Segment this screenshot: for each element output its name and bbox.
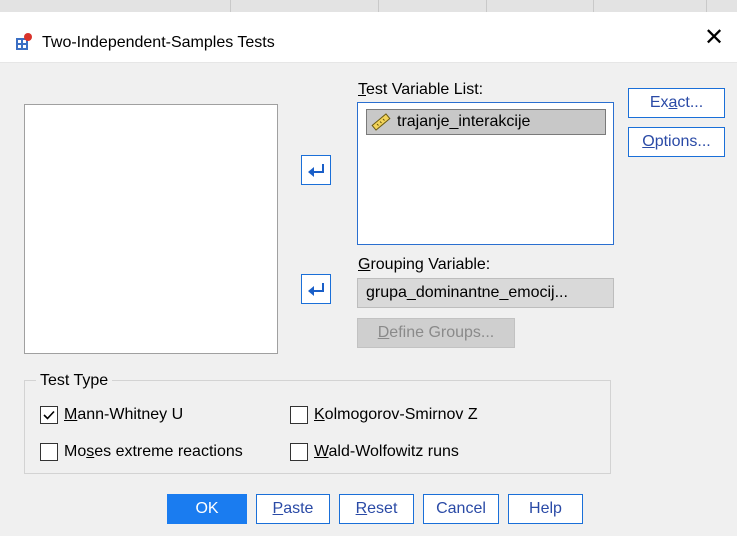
define-groups-button[interactable]: Define Groups... — [357, 318, 515, 348]
strip-divider — [378, 0, 379, 12]
source-variable-list[interactable] — [24, 104, 278, 354]
grouping-variable-label: Grouping Variable: — [358, 256, 491, 273]
move-to-test-list-button[interactable] — [301, 155, 331, 185]
checkbox-label: Mann-Whitney U — [64, 406, 184, 423]
checkbox-label: Kolmogorov-Smirnov Z — [314, 406, 478, 423]
variable-name: trajanje_interakcije — [397, 113, 531, 130]
test-variable-listbox[interactable]: trajanje_interakcije — [357, 102, 614, 245]
checkbox-box — [290, 443, 308, 461]
ok-button[interactable]: OK — [167, 494, 247, 524]
test-type-legend: Test Type — [36, 372, 113, 390]
grouping-variable-field[interactable]: grupa_dominantne_emocij... — [357, 278, 614, 308]
window-title: Two-Independent-Samples Tests — [42, 34, 275, 51]
list-item[interactable]: trajanje_interakcije — [366, 109, 606, 135]
checkbox-box — [40, 443, 58, 461]
checkbox-box — [40, 406, 58, 424]
moses-extreme-reactions-checkbox[interactable]: Moses extreme reactions — [40, 443, 243, 461]
exact-button[interactable]: Ex a ct... — [628, 88, 725, 118]
cancel-button[interactable]: Cancel — [423, 494, 499, 524]
checkbox-label: Moses extreme reactions — [64, 443, 243, 460]
checkmark-icon — [43, 410, 55, 420]
arrow-left-icon — [308, 164, 324, 177]
strip-divider — [486, 0, 487, 12]
strip-divider — [230, 0, 231, 12]
title-bar: Two-Independent-Samples Tests ✕ — [0, 12, 737, 63]
options-button[interactable]: Options... — [628, 127, 725, 157]
help-button[interactable]: Help — [508, 494, 583, 524]
ruler-icon — [371, 113, 391, 131]
move-to-grouping-button[interactable] — [301, 274, 331, 304]
strip-divider — [593, 0, 594, 12]
wald-wolfowitz-checkbox[interactable]: Wald-Wolfowitz runs — [290, 443, 459, 461]
close-icon: ✕ — [703, 23, 725, 51]
reset-button[interactable]: Reset — [339, 494, 414, 524]
paste-button[interactable]: Paste — [256, 494, 330, 524]
spss-app-icon — [16, 33, 32, 50]
checkbox-box — [290, 406, 308, 424]
test-variable-list-label: Test Variable List: — [358, 81, 484, 98]
checkbox-label: Wald-Wolfowitz runs — [314, 443, 459, 460]
strip-divider — [706, 0, 707, 12]
arrow-left-icon — [308, 283, 324, 296]
kolmogorov-smirnov-checkbox[interactable]: Kolmogorov-Smirnov Z — [290, 406, 478, 424]
mann-whitney-checkbox[interactable]: Mann-Whitney U — [40, 406, 183, 424]
close-button[interactable]: ✕ — [691, 12, 737, 62]
